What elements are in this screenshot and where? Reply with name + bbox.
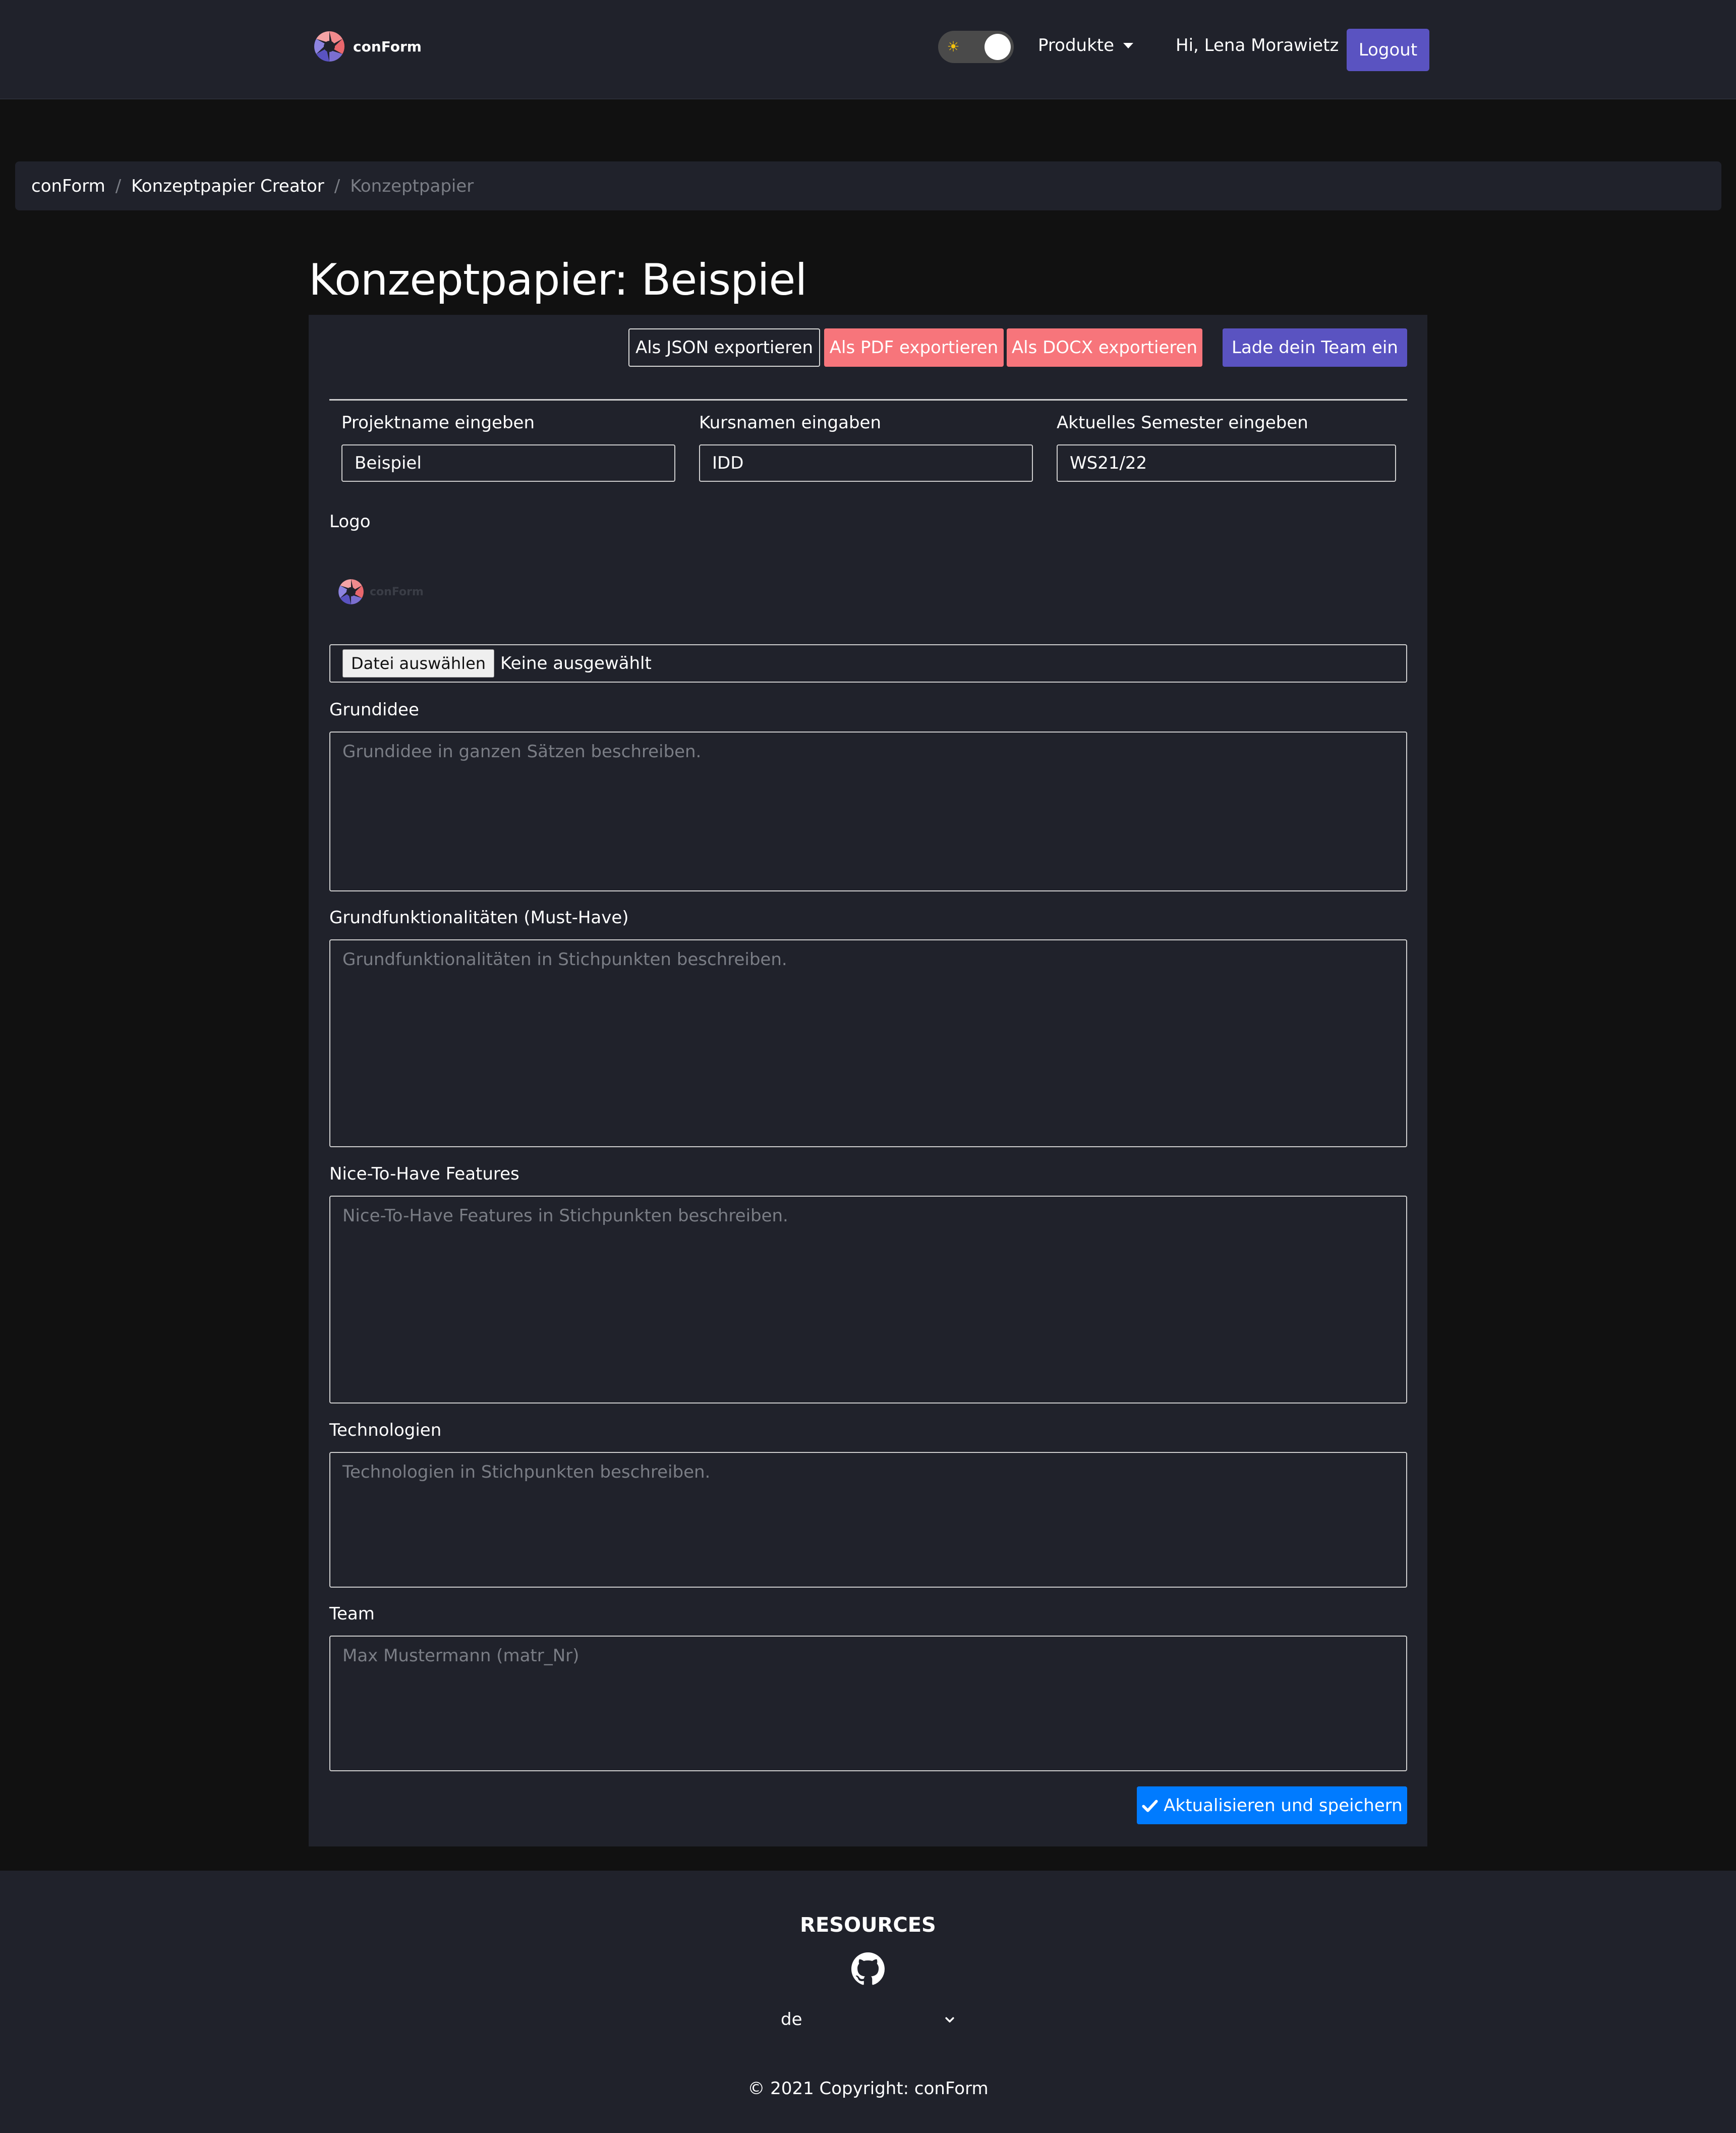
produkte-dropdown[interactable]: Produkte bbox=[1038, 35, 1134, 55]
export-json-button[interactable]: Als JSON exportieren bbox=[628, 328, 820, 367]
breadcrumb-item-conform[interactable]: conForm bbox=[31, 176, 105, 196]
logo-preview-text: conForm bbox=[370, 585, 424, 598]
chevron-down-icon bbox=[945, 2017, 954, 2023]
sun-icon: ☀ bbox=[947, 38, 960, 55]
breadcrumb-item-active: Konzeptpapier bbox=[350, 176, 474, 196]
team-placeholder: Max Mustermann (matr_Nr) bbox=[342, 1646, 580, 1666]
invite-team-button[interactable]: Lade dein Team ein bbox=[1223, 328, 1407, 367]
brand-name: conForm bbox=[353, 38, 422, 55]
divider bbox=[329, 399, 1407, 401]
breadcrumb: conForm / Konzeptpapier Creator / Konzep… bbox=[15, 161, 1721, 210]
copyright: © 2021 Copyright: conForm bbox=[747, 2079, 989, 2099]
team-label: Team bbox=[329, 1604, 375, 1624]
breadcrumb-item-creator[interactable]: Konzeptpapier Creator bbox=[131, 176, 324, 196]
technologies-label: Technologien bbox=[329, 1420, 442, 1440]
github-icon[interactable] bbox=[851, 1952, 885, 1986]
toggle-knob bbox=[985, 34, 1011, 60]
logo-label: Logo bbox=[329, 512, 371, 532]
brand-link[interactable]: conForm bbox=[312, 27, 422, 66]
must-have-label: Grundfunktionalitäten (Must-Have) bbox=[329, 908, 629, 928]
logo-preview-icon bbox=[338, 579, 364, 604]
user-greeting: Hi, Lena Morawietz bbox=[1176, 35, 1339, 55]
export-pdf-button[interactable]: Als PDF exportieren bbox=[824, 328, 1004, 367]
must-have-textarea[interactable]: Grundfunktionalitäten in Stichpunkten be… bbox=[329, 939, 1407, 1147]
semester-label: Aktuelles Semester eingeben bbox=[1057, 413, 1308, 433]
course-name-label: Kursnamen eingaben bbox=[699, 413, 882, 433]
caret-down-icon bbox=[1123, 42, 1134, 48]
breadcrumb-separator: / bbox=[334, 176, 340, 196]
logo-file-input[interactable]: Datei auswählen Keine ausgewählt bbox=[329, 644, 1407, 683]
footer-title: RESOURCES bbox=[800, 1914, 936, 1937]
logo-preview: conForm bbox=[336, 577, 424, 606]
technologies-placeholder: Technologien in Stichpunkten beschreiben… bbox=[342, 1462, 711, 1482]
must-have-placeholder: Grundfunktionalitäten in Stichpunkten be… bbox=[342, 949, 787, 970]
nice-to-have-placeholder: Nice-To-Have Features in Stichpunkten be… bbox=[342, 1206, 788, 1226]
idea-placeholder: Grundidee in ganzen Sätzen beschreiben. bbox=[342, 742, 702, 762]
team-textarea[interactable]: Max Mustermann (matr_Nr) bbox=[329, 1636, 1407, 1771]
logout-button[interactable]: Logout bbox=[1347, 29, 1429, 71]
save-button[interactable]: Aktualisieren und speichern bbox=[1137, 1786, 1407, 1824]
idea-textarea[interactable]: Grundidee in ganzen Sätzen beschreiben. bbox=[329, 732, 1407, 891]
navbar: conForm ☀ Produkte Hi, Lena Morawietz Lo… bbox=[0, 0, 1736, 99]
nice-to-have-label: Nice-To-Have Features bbox=[329, 1164, 519, 1184]
file-status: Keine ausgewählt bbox=[500, 653, 652, 673]
choose-file-button[interactable]: Datei auswählen bbox=[342, 649, 495, 678]
project-name-label: Projektname eingeben bbox=[341, 413, 535, 433]
project-name-input[interactable]: Beispiel bbox=[341, 444, 675, 482]
save-label: Aktualisieren und speichern bbox=[1164, 1795, 1403, 1816]
produkte-label: Produkte bbox=[1038, 35, 1115, 55]
language-select[interactable]: de bbox=[781, 2004, 955, 2035]
conform-logo-icon bbox=[314, 31, 345, 62]
check-icon bbox=[1142, 1800, 1158, 1812]
breadcrumb-separator: / bbox=[115, 176, 122, 196]
language-value: de bbox=[781, 2009, 802, 2030]
page-title: Konzeptpapier: Beispiel bbox=[309, 255, 807, 305]
course-name-input[interactable]: IDD bbox=[699, 444, 1033, 482]
concept-form-card: Als JSON exportieren Als PDF exportieren… bbox=[309, 315, 1427, 1846]
footer: RESOURCES de © 2021 Copyright: conForm bbox=[0, 1871, 1736, 2133]
export-docx-button[interactable]: Als DOCX exportieren bbox=[1007, 328, 1202, 367]
theme-toggle[interactable]: ☀ bbox=[938, 31, 1014, 63]
idea-label: Grundidee bbox=[329, 700, 419, 720]
nice-to-have-textarea[interactable]: Nice-To-Have Features in Stichpunkten be… bbox=[329, 1196, 1407, 1404]
technologies-textarea[interactable]: Technologien in Stichpunkten beschreiben… bbox=[329, 1452, 1407, 1588]
semester-input[interactable]: WS21/22 bbox=[1057, 444, 1396, 482]
